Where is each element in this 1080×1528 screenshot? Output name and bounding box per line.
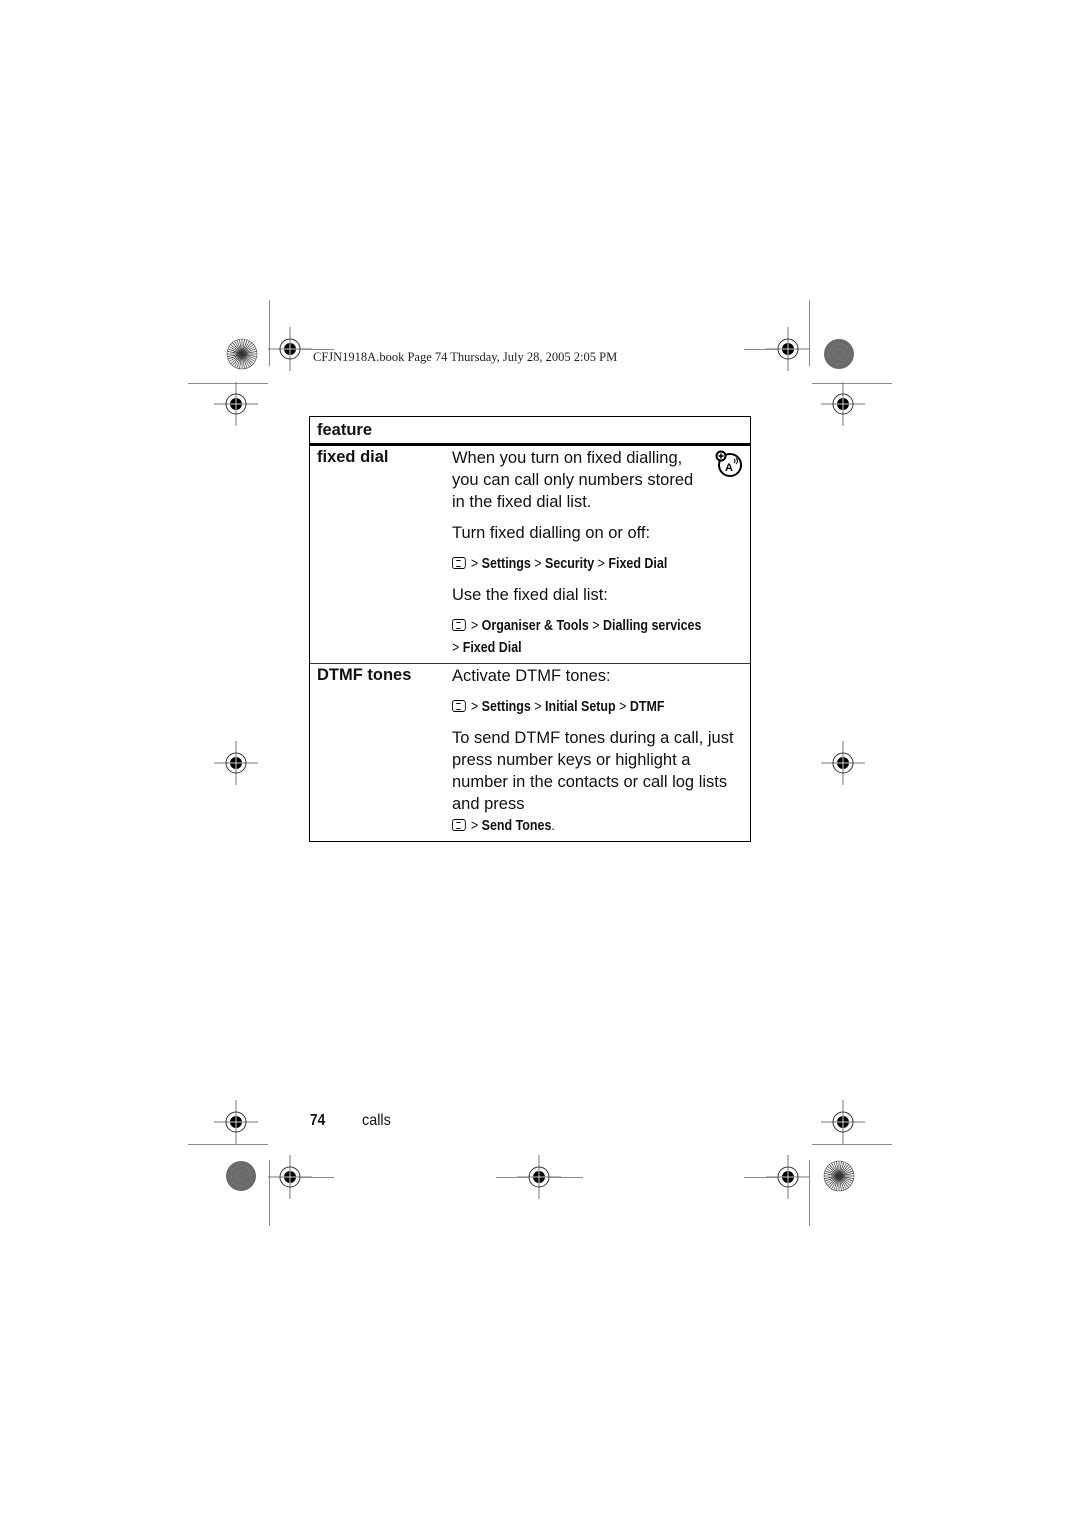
menu-key-icon	[451, 557, 466, 569]
menu-path: > Settings > Initial Setup > DTMF	[451, 696, 701, 718]
registration-mark-icon	[214, 382, 258, 426]
crop-line	[188, 1144, 268, 1145]
gray-patch-icon	[226, 1161, 256, 1191]
intro-text: When you turn on fixed dialling, you can…	[451, 449, 694, 511]
step-text: Use the fixed dial list:	[451, 586, 608, 604]
registration-mark-icon	[821, 1100, 865, 1144]
crop-line	[744, 349, 778, 350]
menu-path-item: Fixed Dial	[608, 556, 668, 572]
page-number: 74	[310, 1112, 326, 1129]
registration-mark-icon	[214, 741, 258, 785]
svg-text:A: A	[725, 462, 733, 474]
network-feature-icon: A	[715, 450, 742, 477]
menu-path: > Fixed Dial	[451, 640, 522, 656]
crop-line	[300, 1177, 334, 1178]
crop-line	[812, 1144, 892, 1145]
menu-path-item: Security	[544, 556, 595, 572]
feature-table: feature fixed dial A When you turn on fi…	[309, 416, 751, 842]
feature-name: DTMF tones	[309, 663, 445, 842]
menu-path-item: Fixed Dial	[462, 640, 522, 656]
table-header: feature	[309, 416, 751, 446]
table-row: fixed dial A When you turn on fixed dial…	[310, 445, 751, 664]
registration-mark-icon	[821, 741, 865, 785]
menu-path: > Settings > Security > Fixed Dial	[451, 553, 701, 575]
star-target-icon	[823, 1160, 855, 1192]
crop-line	[744, 1177, 778, 1178]
feature-name: fixed dial	[317, 448, 389, 466]
crop-line	[549, 1177, 583, 1178]
section-name: calls	[362, 1112, 391, 1129]
menu-path: > Organiser & Tools > Dialling services	[451, 615, 702, 637]
menu-key-icon	[451, 819, 466, 831]
menu-path-item: Initial Setup	[544, 699, 616, 715]
menu-path-item: DTMF	[629, 699, 665, 715]
star-target-icon	[226, 338, 258, 370]
menu-key-icon	[451, 700, 466, 712]
menu-key-icon	[451, 619, 466, 631]
gray-patch-icon	[824, 339, 854, 369]
step-text: Activate DTMF tones:	[451, 667, 611, 685]
print-header: CFJN1918A.book Page 74 Thursday, July 28…	[313, 350, 618, 364]
feature-description: Activate DTMF tones: > Settings > Initial S…	[444, 663, 751, 842]
menu-path-item: Dialling services	[602, 618, 702, 634]
registration-mark-icon	[821, 382, 865, 426]
registration-mark-icon	[214, 1100, 258, 1144]
menu-path-item: Settings	[481, 699, 531, 715]
crop-line	[496, 1177, 529, 1178]
step-text: Turn fixed dialling on or off:	[451, 524, 651, 542]
menu-path: > Send Tones.	[451, 815, 701, 837]
menu-path-item: Send Tones	[481, 818, 552, 834]
table-row: DTMF tones Activate DTMF tones: > Setting…	[309, 663, 751, 842]
feature-description: A When you turn on fixed dialling, you c…	[445, 445, 751, 664]
menu-path-item: Settings	[481, 556, 531, 572]
menu-path-item: Organiser & Tools	[481, 618, 589, 634]
step-text: To send DTMF tones during a call, just p…	[451, 729, 734, 813]
